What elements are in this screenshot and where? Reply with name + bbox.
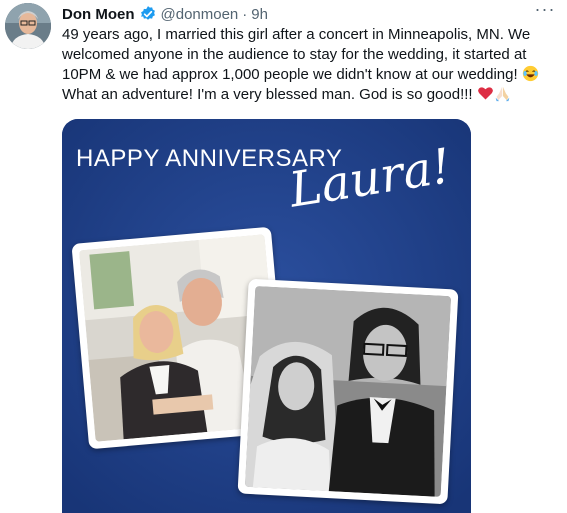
wedding-photo-black-and-white	[237, 278, 459, 505]
author-avatar[interactable]	[5, 3, 51, 49]
author-handle[interactable]: @donmoen	[161, 6, 239, 23]
face-with-tears-of-joy-icon	[522, 65, 539, 82]
author-name[interactable]: Don Moen	[62, 6, 135, 23]
more-options-icon[interactable]: ···	[533, 0, 557, 22]
folded-hands-icon	[494, 85, 511, 102]
tweet-image[interactable]: HAPPY ANNIVERSARY Laura!	[62, 119, 471, 513]
red-heart-icon	[477, 85, 494, 102]
avatar-photo	[5, 3, 51, 49]
tweet-text-part2: What an adventure! I'm a very blessed ma…	[62, 86, 477, 103]
tweet-header: Don Moen @donmoen · 9h	[62, 4, 268, 24]
tweet-text: 49 years ago, I married this girl after …	[62, 25, 557, 105]
separator-dot: ·	[242, 5, 248, 23]
tweet-timestamp[interactable]: 9h	[251, 6, 268, 23]
verified-badge-icon	[139, 5, 157, 23]
tweet-text-part1: 49 years ago, I married this girl after …	[62, 26, 531, 83]
